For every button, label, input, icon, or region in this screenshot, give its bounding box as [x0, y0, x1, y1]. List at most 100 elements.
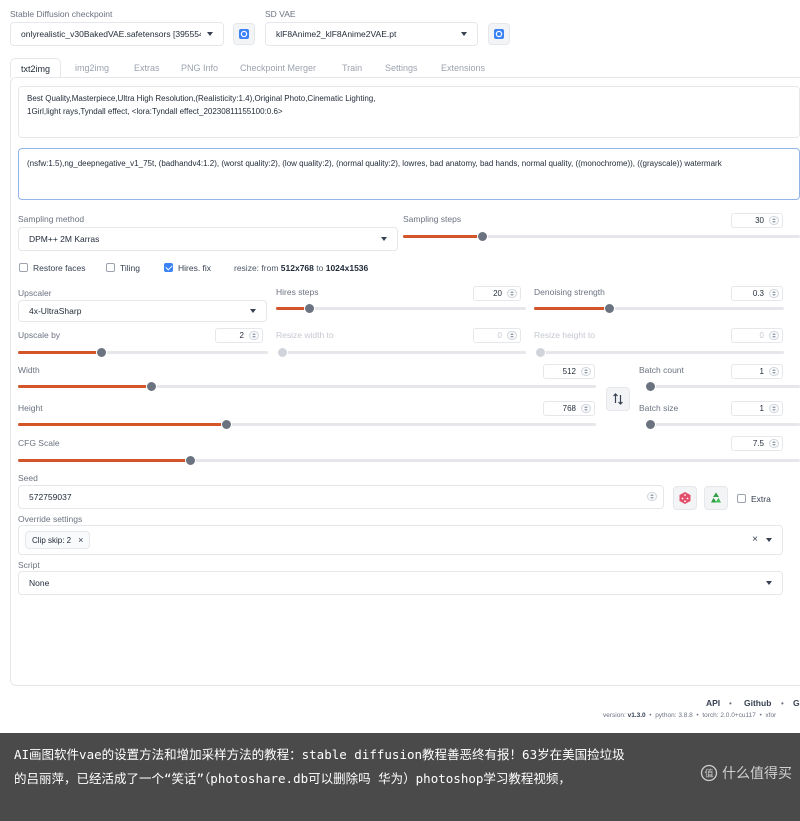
tiling-checkbox[interactable]: [106, 263, 115, 272]
height-input[interactable]: 768: [543, 401, 595, 416]
chevron-down-icon: [207, 32, 213, 36]
sampling-method-dropdown[interactable]: DPM++ 2M Karras: [18, 227, 398, 251]
script-dropdown[interactable]: None: [18, 571, 783, 595]
spinner-icon[interactable]: [507, 331, 517, 340]
chevron-down-icon: [461, 32, 467, 36]
prompt-textarea[interactable]: Best Quality,Masterpiece,Ultra High Reso…: [18, 86, 800, 138]
denoising-strength-input[interactable]: 0.3: [731, 286, 783, 301]
sampling-steps-value: 30: [755, 216, 764, 225]
spinner-icon[interactable]: [647, 492, 657, 501]
batch-count-slider[interactable]: [645, 381, 800, 392]
seed-input[interactable]: 572759037: [18, 485, 664, 509]
footer-cut-link[interactable]: G: [793, 698, 800, 708]
seed-value: 572759037: [29, 492, 72, 502]
cfg-scale-slider[interactable]: [18, 455, 800, 466]
batch-size-slider[interactable]: [645, 419, 800, 430]
hires-steps-input[interactable]: 20: [473, 286, 521, 301]
spinner-icon[interactable]: [581, 367, 591, 376]
slider-thumb[interactable]: [303, 303, 315, 314]
denoising-strength-slider[interactable]: [534, 303, 784, 314]
width-label: Width: [18, 365, 40, 375]
sampling-method-label: Sampling method: [18, 214, 85, 224]
spinner-icon[interactable]: [581, 404, 591, 413]
vae-refresh-button[interactable]: [488, 23, 510, 45]
spinner-icon[interactable]: [769, 439, 779, 448]
footer-separator: •: [729, 699, 732, 708]
chevron-down-icon[interactable]: [766, 538, 772, 542]
override-settings-field[interactable]: Clip skip: 2 × ×: [18, 525, 783, 555]
tab-settings[interactable]: Settings: [385, 58, 418, 78]
random-seed-button[interactable]: [673, 486, 697, 510]
sampling-steps-slider[interactable]: [403, 231, 800, 242]
slider-thumb[interactable]: [535, 347, 546, 358]
resize-height-value: 0: [759, 331, 764, 340]
refresh-icon: [239, 29, 249, 39]
batch-count-label: Batch count: [639, 365, 684, 375]
chevron-down-icon: [766, 581, 772, 585]
upscaler-dropdown[interactable]: 4x-UltraSharp: [18, 300, 267, 322]
width-value: 512: [562, 367, 576, 376]
width-input[interactable]: 512: [543, 364, 595, 379]
spinner-icon[interactable]: [769, 404, 779, 413]
batch-count-input[interactable]: 1: [731, 364, 783, 379]
refresh-icon: [494, 29, 504, 39]
footer-github-link[interactable]: Github: [744, 698, 771, 708]
slider-thumb[interactable]: [645, 419, 656, 430]
slider-thumb[interactable]: [604, 303, 615, 314]
tab-txt2img[interactable]: txt2img: [10, 58, 62, 78]
slider-thumb[interactable]: [185, 455, 197, 466]
batch-size-input[interactable]: 1: [731, 401, 783, 416]
spinner-icon[interactable]: [507, 289, 517, 298]
tab-train[interactable]: Train: [342, 58, 362, 78]
checkpoint-refresh-button[interactable]: [233, 23, 255, 45]
tab-extras[interactable]: Extras: [134, 58, 160, 78]
tab-checkpoint-merger[interactable]: Checkpoint Merger: [240, 58, 316, 78]
tab-img2img[interactable]: img2img: [75, 58, 109, 78]
negative-prompt-textarea[interactable]: (nsfw:1.5),ng_deepnegative_v1_75t, (badh…: [18, 148, 800, 200]
extra-seed-checkbox[interactable]: [737, 494, 746, 503]
cfg-scale-input[interactable]: 7.5: [731, 436, 783, 451]
close-icon[interactable]: ×: [78, 535, 83, 545]
footer-api-link[interactable]: API: [706, 698, 720, 708]
resize-height-input[interactable]: 0: [731, 328, 783, 343]
reuse-seed-button[interactable]: [704, 486, 728, 510]
slider-thumb[interactable]: [277, 347, 288, 358]
tab-extensions[interactable]: Extensions: [441, 58, 485, 78]
height-slider[interactable]: [18, 419, 596, 430]
override-settings-label: Override settings: [18, 514, 83, 524]
swap-dimensions-button[interactable]: [606, 387, 630, 411]
seed-label: Seed: [18, 473, 38, 483]
spinner-icon[interactable]: [769, 367, 779, 376]
slider-thumb[interactable]: [145, 381, 157, 392]
tab-png-info[interactable]: PNG Info: [181, 58, 218, 78]
spinner-icon[interactable]: [769, 331, 779, 340]
spinner-icon[interactable]: [769, 216, 779, 225]
hires-steps-value: 20: [493, 289, 502, 298]
hires-steps-slider[interactable]: [276, 303, 526, 314]
batch-size-label: Batch size: [639, 403, 679, 413]
cfg-scale-label: CFG Scale: [18, 438, 60, 448]
upscale-by-slider[interactable]: [18, 347, 268, 358]
checkpoint-value: onlyrealistic_v30BakedVAE.safetensors [3…: [21, 29, 201, 39]
sampling-steps-input[interactable]: 30: [731, 213, 783, 228]
negative-prompt-text: (nsfw:1.5),ng_deepnegative_v1_75t, (badh…: [27, 159, 722, 168]
upscale-by-input[interactable]: 2: [215, 328, 263, 343]
slider-thumb[interactable]: [95, 347, 107, 358]
spinner-icon[interactable]: [249, 331, 259, 340]
vae-dropdown[interactable]: klF8Anime2_klF8Anime2VAE.pt: [265, 22, 478, 46]
width-slider[interactable]: [18, 381, 596, 392]
upscale-by-value: 2: [239, 331, 244, 340]
resize-height-slider[interactable]: [535, 347, 784, 358]
spinner-icon[interactable]: [769, 289, 779, 298]
hires-fix-checkbox[interactable]: [164, 263, 173, 272]
resize-width-input[interactable]: 0: [473, 328, 521, 343]
chevron-down-icon: [250, 309, 256, 313]
slider-thumb[interactable]: [221, 419, 233, 430]
checkpoint-dropdown[interactable]: onlyrealistic_v30BakedVAE.safetensors [3…: [10, 22, 224, 46]
denoising-strength-label: Denoising strength: [534, 287, 605, 297]
resize-width-slider[interactable]: [277, 347, 526, 358]
restore-faces-checkbox[interactable]: [19, 263, 28, 272]
slider-thumb[interactable]: [645, 381, 656, 392]
override-chip[interactable]: Clip skip: 2 ×: [25, 531, 91, 549]
clear-icon[interactable]: ×: [752, 534, 758, 545]
